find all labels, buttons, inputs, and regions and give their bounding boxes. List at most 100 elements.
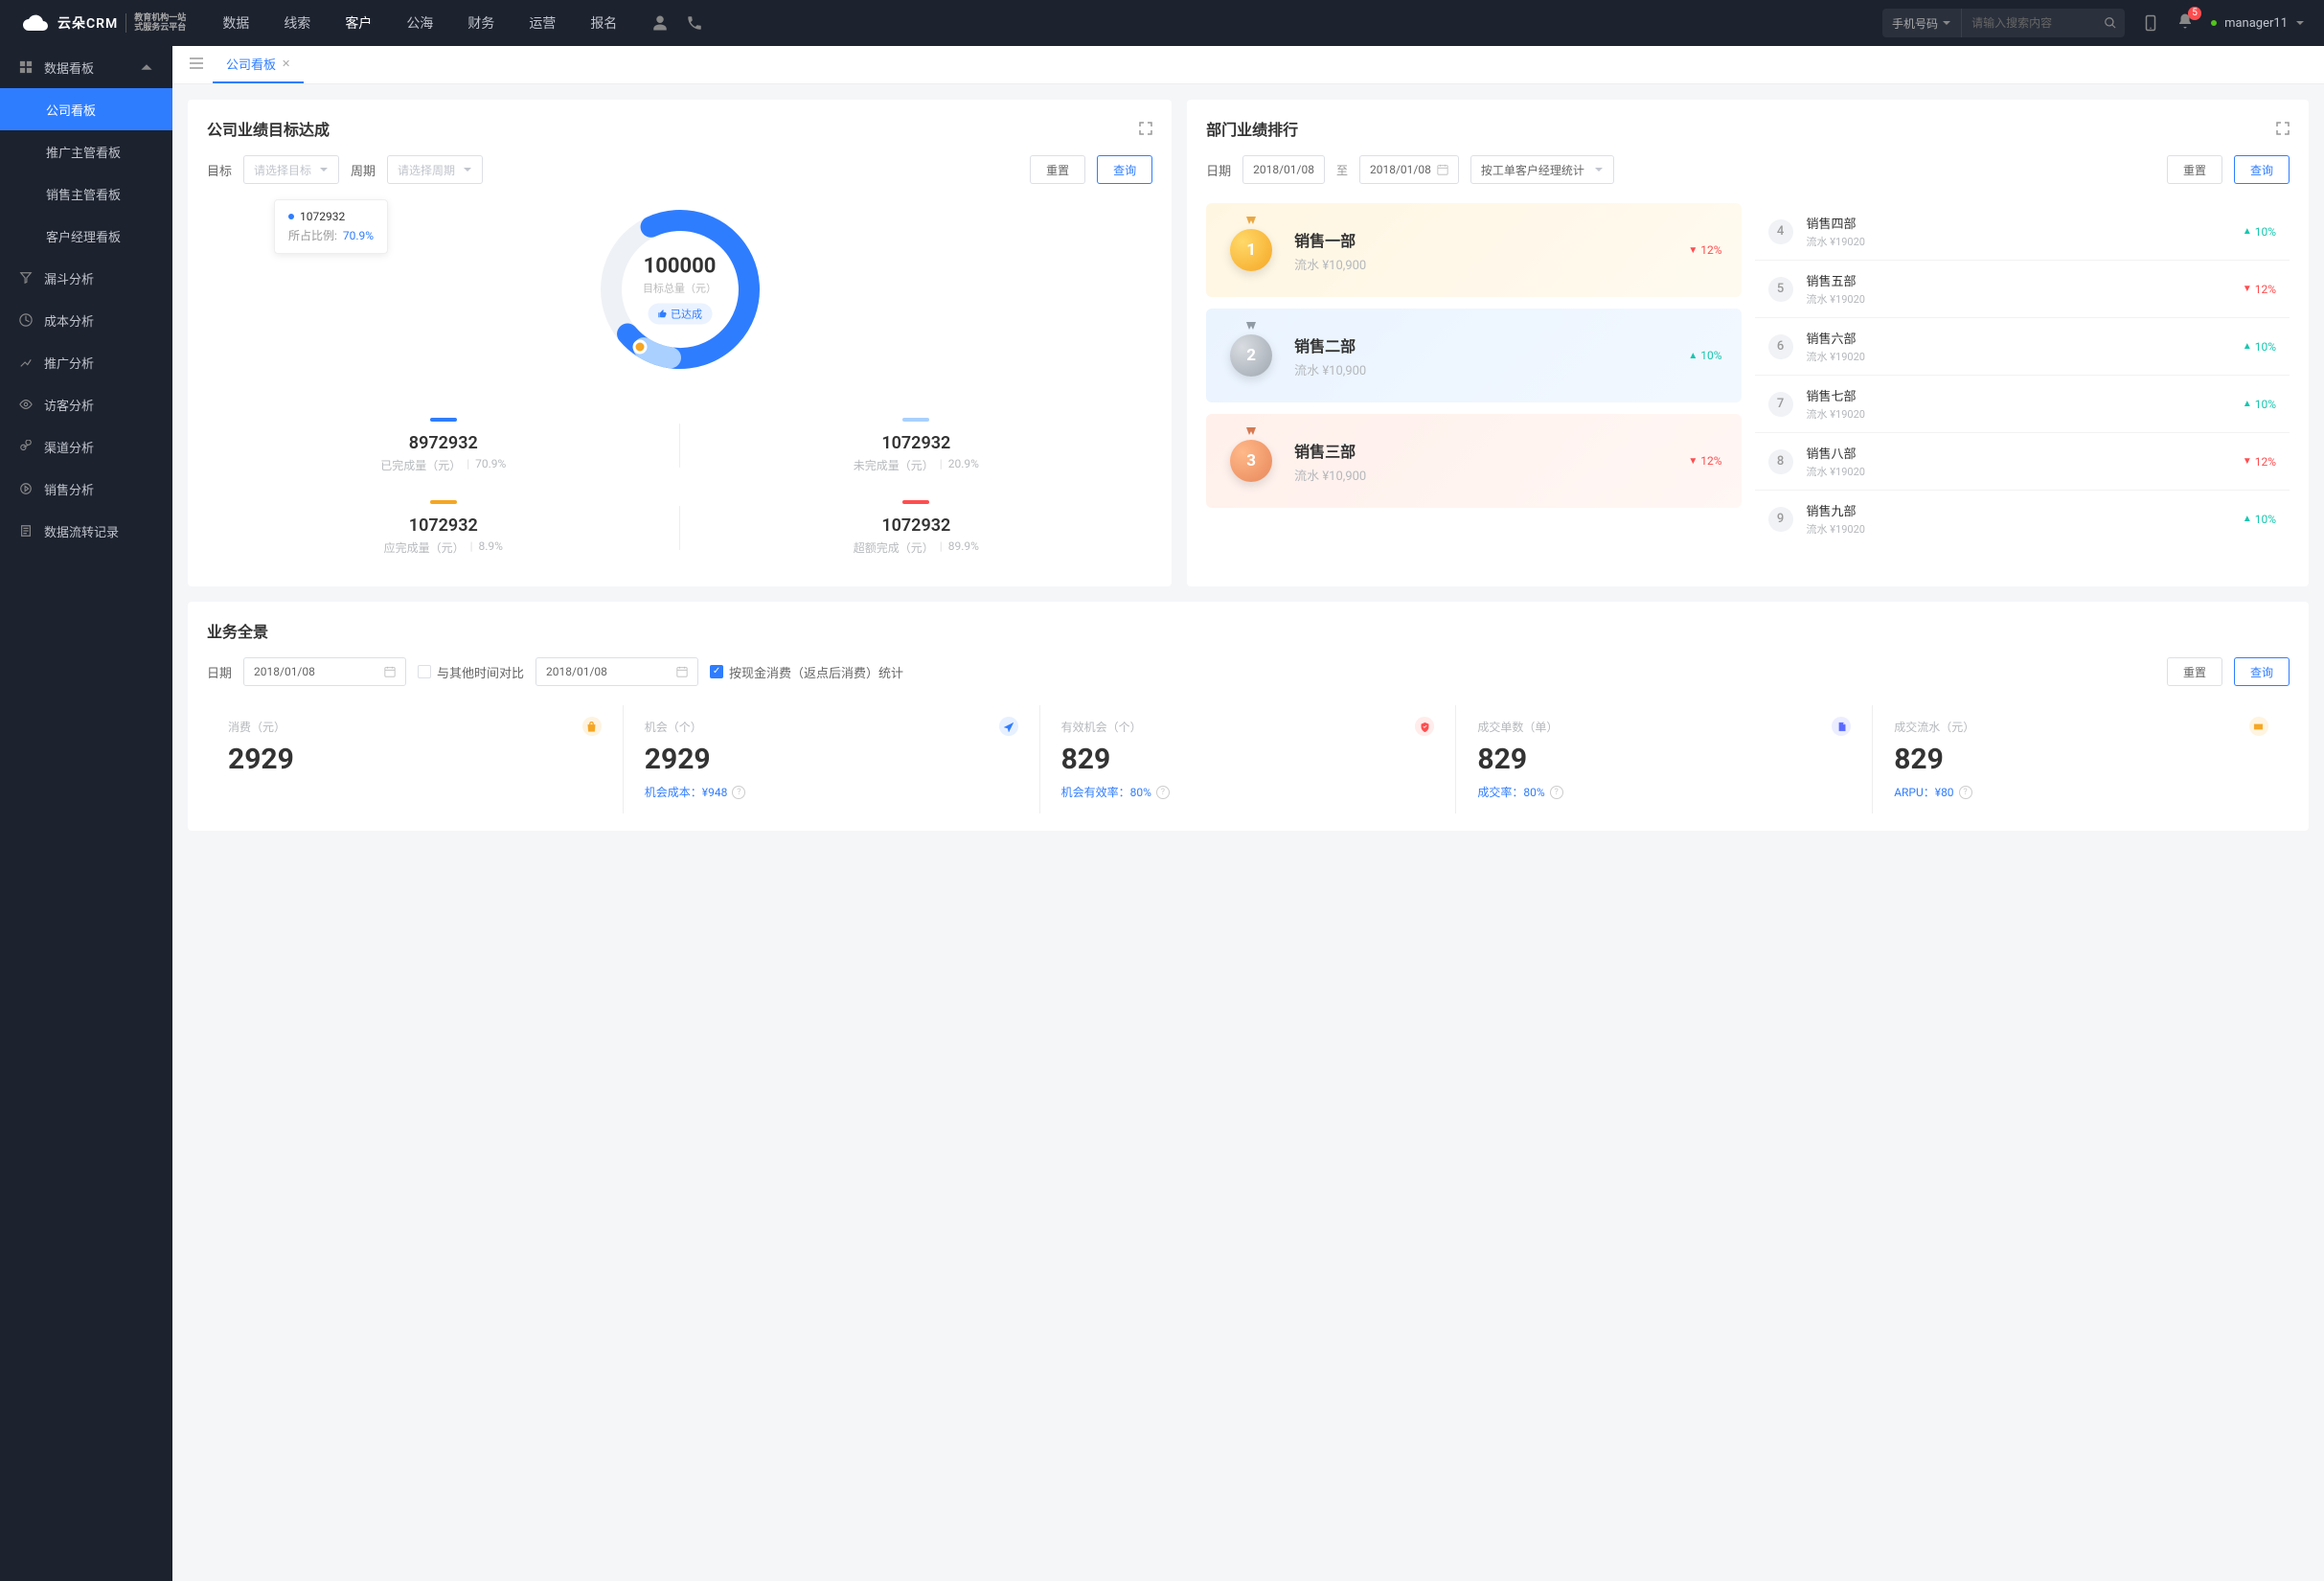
help-icon[interactable]: ? bbox=[1959, 786, 1972, 799]
sidebar-item-0[interactable]: 漏斗分析 bbox=[0, 257, 172, 299]
sidebar-sub-2[interactable]: 销售主管看板 bbox=[0, 172, 172, 215]
date-to[interactable]: 2018/01/08 bbox=[1359, 155, 1459, 184]
medal-icon: 1 bbox=[1225, 224, 1277, 276]
overview-date[interactable]: 2018/01/08 bbox=[243, 657, 406, 686]
search-bar: 手机号码 bbox=[1882, 9, 2125, 37]
rank-row-4[interactable]: 4销售四部流水 ¥19020▲10% bbox=[1755, 203, 2290, 261]
sidebar-item-3[interactable]: 访客分析 bbox=[0, 383, 172, 425]
sidebar: 数据看板 公司看板推广主管看板销售主管看板客户经理看板 漏斗分析成本分析推广分析… bbox=[0, 46, 172, 1581]
expand-icon[interactable] bbox=[2276, 122, 2290, 135]
search-input[interactable] bbox=[1962, 16, 2096, 30]
cash-checkbox[interactable]: 按现金消费（返点后消费）统计 bbox=[710, 663, 903, 681]
query-button[interactable]: 查询 bbox=[1097, 155, 1152, 184]
rank-card-2[interactable]: 2销售二部流水 ¥10,900▲10% bbox=[1206, 309, 1741, 402]
reset-button[interactable]: 重置 bbox=[1030, 155, 1085, 184]
kpi-sub: 机会有效率：80%? bbox=[1061, 784, 1435, 800]
expand-icon[interactable] bbox=[1139, 122, 1152, 135]
kpi-label: 消费（元） bbox=[228, 719, 602, 735]
close-icon[interactable]: ✕ bbox=[282, 57, 290, 70]
compare-checkbox[interactable]: 与其他时间对比 bbox=[418, 663, 524, 681]
tab-bar: 公司看板 ✕ bbox=[172, 46, 2324, 84]
achieved-badge: 已达成 bbox=[648, 304, 712, 325]
help-icon[interactable]: ? bbox=[732, 786, 745, 799]
notifications[interactable]: 5 bbox=[2176, 12, 2194, 34]
user-icon[interactable] bbox=[651, 14, 669, 32]
user-menu[interactable]: manager11 bbox=[2211, 16, 2305, 31]
kpi-sub: 机会成本：¥948? bbox=[645, 784, 1018, 800]
sidebar-icon bbox=[19, 482, 33, 495]
logo-subtitle: 教育机构一站 式服务云平台 bbox=[125, 13, 186, 33]
period-label: 周期 bbox=[351, 161, 376, 179]
chevron-up-icon bbox=[140, 60, 153, 74]
help-icon[interactable]: ? bbox=[1550, 786, 1563, 799]
target-select[interactable]: 请选择目标 bbox=[243, 155, 339, 184]
rank-card-3[interactable]: 3销售三部流水 ¥10,900▼12% bbox=[1206, 414, 1741, 508]
sidebar-item-5[interactable]: 销售分析 bbox=[0, 468, 172, 510]
medal-icon: 3 bbox=[1225, 435, 1277, 487]
query-button[interactable]: 查询 bbox=[2234, 657, 2290, 686]
status-dot bbox=[2211, 20, 2217, 26]
date-label: 日期 bbox=[207, 663, 232, 681]
nav-item-2[interactable]: 客户 bbox=[328, 0, 389, 46]
sidebar-sub-0[interactable]: 公司看板 bbox=[0, 88, 172, 130]
kpi-label: 成交流水（元） bbox=[1894, 719, 2268, 735]
nav-item-6[interactable]: 报名 bbox=[573, 0, 634, 46]
sidebar-icon bbox=[19, 440, 33, 453]
rank-row-8[interactable]: 8销售八部流水 ¥19020▼12% bbox=[1755, 433, 2290, 491]
search-button[interactable] bbox=[2096, 9, 2125, 37]
rank-number: 8 bbox=[1768, 449, 1793, 474]
sidebar-icon bbox=[19, 524, 33, 538]
rank-card-1[interactable]: 1销售一部流水 ¥10,900▼12% bbox=[1206, 203, 1741, 297]
search-type-select[interactable]: 手机号码 bbox=[1882, 9, 1962, 37]
sidebar-sub-3[interactable]: 客户经理看板 bbox=[0, 215, 172, 257]
tab-company-dashboard[interactable]: 公司看板 ✕ bbox=[213, 47, 304, 83]
nav-item-1[interactable]: 线索 bbox=[266, 0, 328, 46]
kpi-sub: 成交率：80%? bbox=[1477, 784, 1851, 800]
sidebar-item-6[interactable]: 数据流转记录 bbox=[0, 510, 172, 552]
rank-row-5[interactable]: 5销售五部流水 ¥19020▼12% bbox=[1755, 261, 2290, 318]
ranking-title: 部门业绩排行 bbox=[1206, 117, 1298, 140]
compare-date[interactable]: 2018/01/08 bbox=[535, 657, 698, 686]
kpi-label: 成交单数（单） bbox=[1477, 719, 1851, 735]
target-label: 目标 bbox=[207, 161, 232, 179]
overview-card: 业务全景 日期 2018/01/08 与其他时间对比 2018/01/08 bbox=[188, 602, 2309, 831]
kpi-icon bbox=[999, 717, 1018, 736]
phone-icon[interactable] bbox=[686, 14, 703, 32]
date-from[interactable]: 2018/01/08 bbox=[1242, 155, 1325, 184]
reset-button[interactable]: 重置 bbox=[2167, 155, 2222, 184]
nav-item-3[interactable]: 公海 bbox=[389, 0, 450, 46]
mobile-icon[interactable] bbox=[2142, 14, 2159, 32]
help-icon[interactable]: ? bbox=[1156, 786, 1170, 799]
reset-button[interactable]: 重置 bbox=[2167, 657, 2222, 686]
rank-row-6[interactable]: 6销售六部流水 ¥19020▲10% bbox=[1755, 318, 2290, 376]
kpi-icon bbox=[582, 717, 602, 736]
donut-chart: 100000 目标总量（元） 已达成 bbox=[594, 203, 766, 376]
sidebar-group-dashboard[interactable]: 数据看板 bbox=[0, 46, 172, 88]
logo[interactable]: 云朵CRM 教育机构一站 式服务云平台 bbox=[19, 13, 186, 33]
goal-stat-2: 1072932应完成量（元）|8.9% bbox=[207, 487, 680, 569]
period-select[interactable]: 请选择周期 bbox=[387, 155, 483, 184]
username: manager11 bbox=[2224, 16, 2288, 31]
rank-row-9[interactable]: 9销售九部流水 ¥19020▲10% bbox=[1755, 491, 2290, 547]
chevron-down-icon bbox=[2295, 18, 2305, 28]
sidebar-item-4[interactable]: 渠道分析 bbox=[0, 425, 172, 468]
rank-row-7[interactable]: 7销售七部流水 ¥19020▲10% bbox=[1755, 376, 2290, 433]
rank-number: 6 bbox=[1768, 334, 1793, 359]
sidebar-item-2[interactable]: 推广分析 bbox=[0, 341, 172, 383]
stat-mode-select[interactable]: 按工单客户经理统计 bbox=[1470, 155, 1614, 184]
chart-tooltip: 1072932 所占比例: 70.9% bbox=[274, 199, 388, 254]
nav-item-0[interactable]: 数据 bbox=[205, 0, 266, 46]
search-icon bbox=[2104, 16, 2117, 30]
query-button[interactable]: 查询 bbox=[2234, 155, 2290, 184]
dashboard-icon bbox=[19, 60, 33, 74]
nav-item-4[interactable]: 财务 bbox=[450, 0, 512, 46]
sidebar-item-1[interactable]: 成本分析 bbox=[0, 299, 172, 341]
sidebar-sub-1[interactable]: 推广主管看板 bbox=[0, 130, 172, 172]
kpi-4: 成交流水（元）829ARPU：¥80? bbox=[1873, 705, 2290, 813]
nav-item-5[interactable]: 运营 bbox=[512, 0, 573, 46]
chevron-down-icon bbox=[1942, 18, 1951, 28]
sidebar-toggle[interactable] bbox=[180, 57, 213, 73]
goal-card: 公司业绩目标达成 目标 请选择目标 周期 请选择周期 重置 查询 bbox=[188, 100, 1172, 586]
medal-icon: 2 bbox=[1225, 330, 1277, 381]
cloud-icon bbox=[19, 13, 50, 33]
